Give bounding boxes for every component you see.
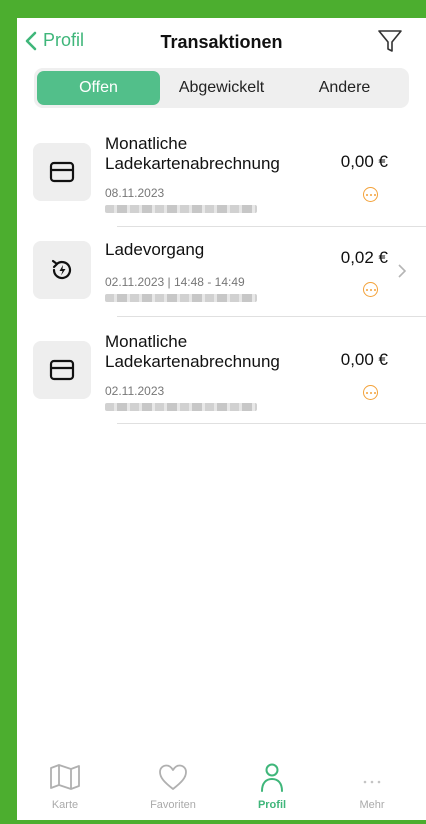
transaction-reference-redacted: [105, 403, 257, 411]
tab-karte[interactable]: Karte: [20, 762, 110, 811]
nav-header: Profil Transaktionen: [17, 18, 426, 66]
transaction-row[interactable]: Monatliche Ladekartenabrechnung 02.11.20…: [17, 316, 426, 424]
transaction-title: Monatliche Ladekartenabrechnung: [105, 134, 280, 173]
transaction-amount: 0,00 €: [340, 350, 388, 369]
heart-icon: [159, 764, 187, 790]
card-icon: [33, 143, 91, 201]
transaction-amount: 0,02 €: [340, 248, 388, 267]
tab-profil[interactable]: Profil: [227, 762, 317, 811]
transaction-date: 02.11.2023 | 14:48 - 14:49: [105, 275, 245, 289]
transaction-amount: 0,00 €: [340, 152, 388, 171]
pending-status-icon: [363, 385, 378, 400]
bottom-frame-strip: [0, 820, 426, 824]
transaction-title: Monatliche Ladekartenabrechnung: [105, 332, 280, 371]
pending-status-icon: [363, 282, 378, 297]
transaction-list: Monatliche Ladekartenabrechnung 08.11.20…: [17, 118, 426, 424]
transaction-row[interactable]: Ladevorgang 02.11.2023 | 14:48 - 14:49 0…: [17, 226, 426, 317]
app-screen: Profil Transaktionen Offen Abgewickelt A…: [17, 0, 426, 824]
transaction-reference-redacted: [105, 294, 257, 302]
bottom-tab-bar: Karte Favoriten Profil Mehr: [17, 762, 426, 820]
chevron-right-icon: [398, 264, 406, 278]
top-frame-strip: [0, 0, 426, 18]
status-segmented-control: Offen Abgewickelt Andere: [34, 68, 409, 108]
tab-mehr[interactable]: Mehr: [327, 762, 417, 811]
transaction-date: 08.11.2023: [105, 186, 165, 200]
map-icon: [50, 764, 80, 790]
tab-abgewickelt[interactable]: Abgewickelt: [160, 71, 283, 105]
tab-offen[interactable]: Offen: [37, 71, 160, 105]
transaction-title: Ladevorgang: [105, 240, 205, 259]
transaction-row[interactable]: Monatliche Ladekartenabrechnung 08.11.20…: [17, 118, 426, 227]
page-title: Transaktionen: [160, 32, 283, 52]
charging-history-icon: [33, 241, 91, 299]
more-icon: [363, 780, 381, 784]
person-icon: [261, 763, 283, 792]
filter-icon: [378, 30, 402, 52]
tab-andere[interactable]: Andere: [283, 71, 406, 105]
tab-favoriten[interactable]: Favoriten: [128, 762, 218, 811]
pending-status-icon: [363, 187, 378, 202]
filter-button[interactable]: [376, 27, 404, 60]
transaction-date: 02.11.2023: [105, 384, 165, 398]
transaction-reference-redacted: [105, 205, 257, 213]
card-icon: [33, 341, 91, 399]
row-divider: [117, 423, 426, 424]
